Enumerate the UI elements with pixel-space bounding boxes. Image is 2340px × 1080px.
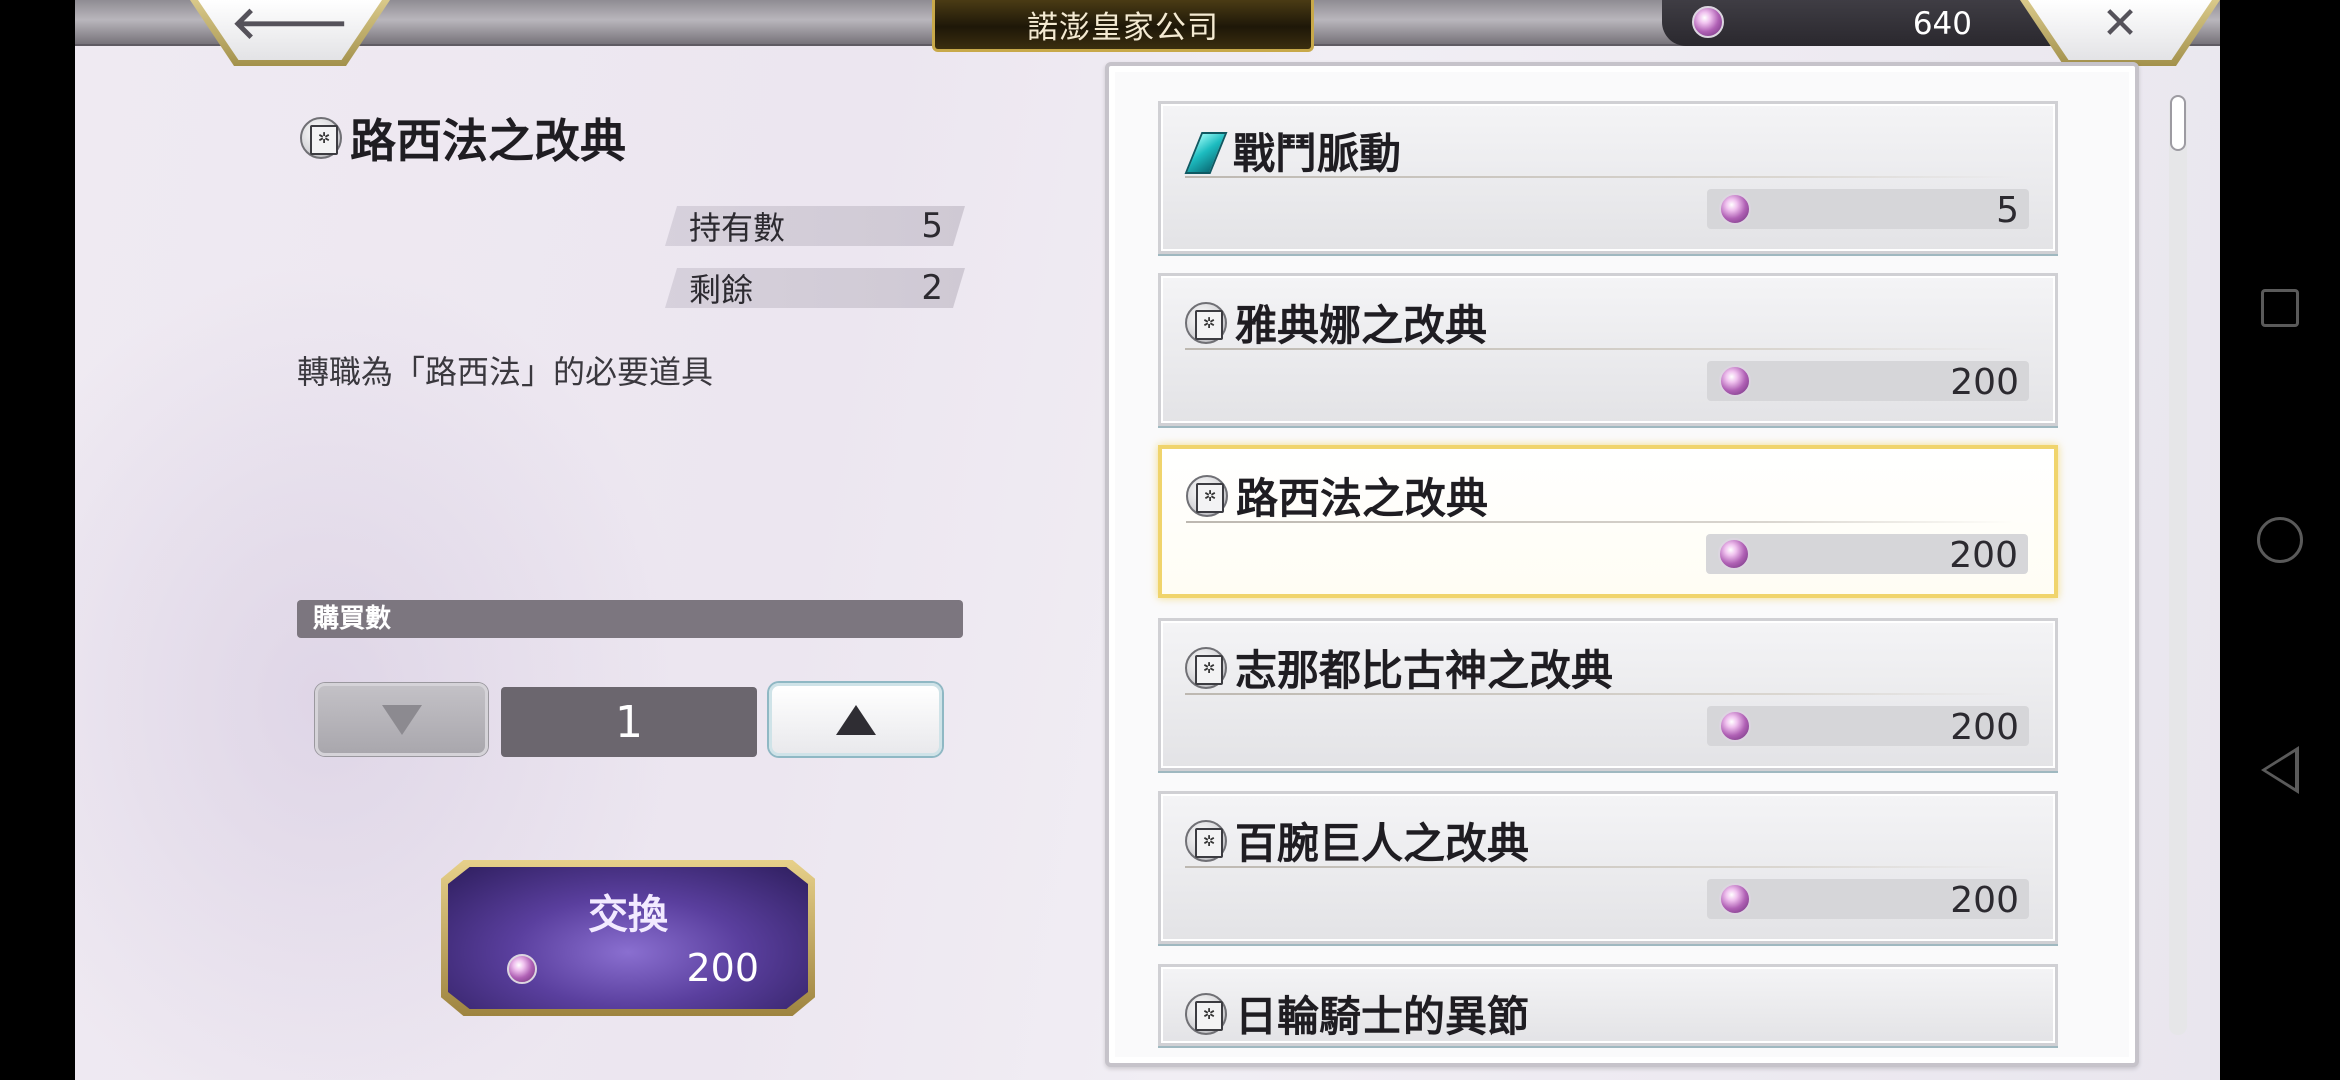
gem-icon [1719,365,1751,397]
item-price: 5 [1996,190,2019,231]
item-price: 200 [1950,707,2019,748]
item-name: 志那都比古神之改典 [1235,646,1614,695]
divider [1185,693,2015,695]
remaining-value: 2 [921,268,943,308]
divider [1185,866,2015,868]
list-item[interactable]: 戰鬥脈動 5 [1158,101,2058,254]
item-price-box: 200 [1707,361,2029,403]
quantity-header: 購買數 [297,600,963,638]
back-arrow-icon: 🡐 [231,0,349,49]
remaining-count-row: 剩餘 2 [665,268,965,308]
crystal-icon [1185,130,1225,172]
remaining-label: 剩餘 [689,271,754,309]
list-scrollbar[interactable] [2169,95,2187,1035]
detail-title: 路西法之改典 [300,105,626,171]
android-nav-bar [2220,0,2340,1080]
list-item[interactable]: 雅典娜之改典 200 [1158,273,2058,426]
square-icon [2261,289,2299,327]
chevron-down-icon [381,704,422,735]
book-icon [1186,474,1228,517]
detail-item-name: 路西法之改典 [350,114,626,168]
exchange-price: 200 [686,946,759,990]
item-name: 日輪騎士的異節 [1235,992,1530,1041]
close-icon: ✕ [2101,0,2139,49]
owned-label: 持有數 [689,209,786,247]
quantity-decrease-button[interactable] [315,683,488,756]
close-button[interactable]: ✕ [2020,0,2220,66]
owned-value: 5 [921,206,943,246]
quantity-increase-button[interactable] [769,683,942,756]
recent-apps-button[interactable] [2220,268,2340,348]
item-name: 路西法之改典 [1236,474,1489,523]
gem-icon [1719,193,1751,225]
book-icon [1185,819,1227,862]
list-item[interactable]: 日輪騎士的異節 [1158,964,2058,1046]
item-price-box: 200 [1707,879,2029,921]
divider [1185,176,2015,178]
home-button[interactable] [2220,500,2340,580]
gem-icon [1718,538,1750,570]
page-title: 諾澎皇家公司 [1027,10,1219,46]
currency-display: 640 [1662,0,2082,46]
book-icon [300,117,342,159]
book-icon [1185,646,1227,689]
triangle-back-icon [2261,746,2299,794]
item-name: 百腕巨人之改典 [1235,819,1530,868]
back-button[interactable]: 🡐 [190,0,390,66]
gem-icon [1719,710,1751,742]
item-price-box: 200 [1706,534,2028,576]
list-item-selected[interactable]: 路西法之改典 200 [1158,445,2058,598]
list-item[interactable]: 百腕巨人之改典 200 [1158,791,2058,944]
book-icon [1185,301,1227,344]
list-item[interactable]: 志那都比古神之改典 200 [1158,618,2058,771]
game-screen: 🡐 諾澎皇家公司 640 ✕ 路西法之改典 持有數 5 剩餘 2 轉職為「路西法… [75,0,2220,1080]
item-description: 轉職為「路西法」的必要道具 [297,353,714,391]
circle-icon [2257,517,2303,563]
system-back-button[interactable] [2220,730,2340,810]
item-price: 200 [1950,880,2019,921]
exchange-label: 交換 [588,891,668,938]
gem-icon [507,954,537,984]
item-name: 戰鬥脈動 [1233,129,1402,178]
scrollbar-thumb[interactable] [2170,95,2186,151]
gem-icon [1719,883,1751,915]
book-icon [1185,992,1227,1035]
owned-count-row: 持有數 5 [665,206,965,246]
chevron-up-icon [835,704,876,735]
quantity-value: 1 [501,687,757,757]
divider [1186,521,2014,523]
item-price: 200 [1950,362,2019,403]
divider [1185,348,2015,350]
currency-amount: 640 [1912,6,1972,42]
item-price-box: 200 [1707,706,2029,748]
item-price-box: 5 [1707,189,2029,231]
item-name: 雅典娜之改典 [1235,301,1488,350]
gem-icon [1692,6,1724,38]
item-price: 200 [1949,535,2018,576]
exchange-button[interactable]: 交換 200 [441,860,815,1016]
shop-title-plate: 諾澎皇家公司 [932,0,1314,52]
